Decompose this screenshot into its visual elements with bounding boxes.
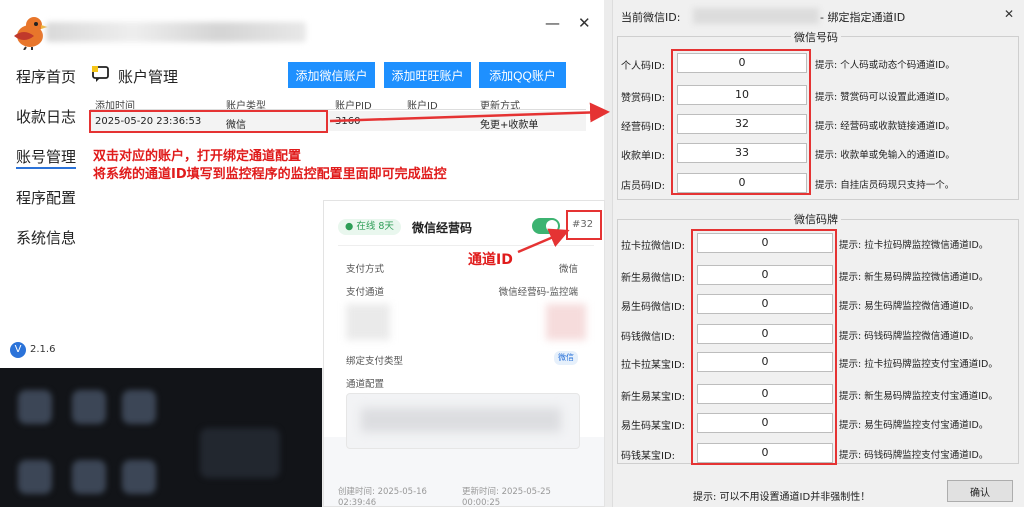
desktop-app-icon[interactable] — [122, 390, 156, 424]
wechat-number-row-label: 店员码ID: — [621, 181, 666, 192]
window-title-blurred — [46, 22, 306, 42]
wechat-plate-row-label: 易生码某宝ID: — [621, 421, 686, 432]
add-wangwang-button[interactable]: 添加旺旺账户 — [384, 62, 471, 88]
pay-method-label: 支付方式 — [346, 264, 385, 275]
nav-home[interactable]: 程序首页 — [16, 66, 76, 87]
blurred-content — [346, 304, 390, 340]
wechat-plate-row-label: 码钱某宝ID: — [621, 451, 676, 462]
wechat-number-row-hint: 提示: 赞赏码可以设置此通道ID。 — [815, 92, 955, 103]
wechat-plate-row-hint: 提示: 易生码牌监控支付宝通道ID。 — [839, 420, 989, 431]
close-button[interactable]: ✕ — [578, 14, 591, 32]
bind-type-label: 绑定支付类型 — [346, 356, 404, 367]
wechat-plate-row-hint: 提示: 拉卡拉码牌监控支付宝通道ID。 — [839, 359, 998, 370]
card-title: 微信经营码 — [412, 221, 473, 235]
wechat-plate-row-label: 拉卡拉微信ID: — [621, 241, 686, 252]
wechat-plate-row-hint: 提示: 码钱码牌监控支付宝通道ID。 — [839, 450, 989, 461]
wechat-number-row-label: 收款单ID: — [621, 151, 666, 162]
desktop-app-icon[interactable] — [18, 390, 52, 424]
nav-system-info[interactable]: 系统信息 — [16, 227, 76, 248]
wechat-plate-row-hint: 提示: 易生码牌监控微信通道ID。 — [839, 301, 979, 312]
row-update: 免更+收款单 — [480, 120, 539, 131]
wechat-plate-row-label: 码钱微信ID: — [621, 332, 676, 343]
blurred-config — [361, 408, 561, 432]
row-pid: 3160 — [335, 116, 361, 127]
wechat-number-row-hint: 提示: 经营码或收款链接通道ID。 — [815, 121, 955, 132]
bind-type-tag: 微信 — [554, 351, 578, 365]
version-icon: V — [10, 342, 26, 358]
nav-payment-log[interactable]: 收款日志 — [16, 106, 76, 127]
annotation-line1: 双击对应的账户，打开绑定通道配置 — [93, 149, 302, 164]
wechat-id-blurred — [693, 8, 819, 24]
wechat-plate-row-label: 新生易某宝ID: — [621, 392, 686, 403]
blurred-content — [546, 304, 586, 340]
add-wechat-button[interactable]: 添加微信账户 — [288, 62, 375, 88]
wechat-plate-row-hint: 提示: 新生易码牌监控微信通道ID。 — [839, 272, 989, 283]
version-label: 2.1.6 — [30, 344, 56, 355]
desktop-app-icon[interactable] — [72, 460, 106, 494]
desktop-app-icon[interactable] — [72, 390, 106, 424]
desktop-app-icon[interactable] — [122, 460, 156, 494]
desktop-app-icon[interactable] — [18, 460, 52, 494]
nav-account-management[interactable]: 账号管理 — [16, 146, 77, 169]
wechat-number-row-hint: 提示: 个人码或动态个码通道ID。 — [815, 60, 955, 71]
wechat-number-row-label: 经营码ID: — [621, 122, 666, 133]
wechat-number-row-hint: 提示: 自挂店员码现只支持一个。 — [815, 180, 955, 191]
nav-program-config[interactable]: 程序配置 — [16, 187, 76, 208]
page-title: 账户管理 — [118, 68, 179, 86]
highlight-id-box — [566, 210, 602, 240]
divider — [338, 245, 594, 246]
bird-logo-icon — [14, 17, 48, 50]
wechat-plate-row-label: 拉卡拉某宝ID: — [621, 360, 686, 371]
status-badge: ● 在线 8天 — [338, 219, 401, 235]
online-toggle[interactable] — [532, 218, 560, 234]
channel-id-annotation: 通道ID — [468, 252, 513, 268]
chat-icon — [92, 66, 109, 82]
updated-time: 更新时间: 2025-05-25 00:00:25 — [462, 487, 551, 507]
channel-card: ● 在线 8天 微信经营码 #32 支付方式 微信 支付通道 微信经营码-监控端… — [323, 200, 605, 507]
wechat-number-row-label: 赞赏码ID: — [621, 93, 666, 104]
bind-channel-dialog: 当前微信ID: - 绑定指定通道ID ✕ 微信号码 个人码ID: 0 提示: 个人码… — [612, 0, 1024, 507]
status-text: 在线 8天 — [356, 221, 394, 232]
wechat-plate-row-label: 易生码微信ID: — [621, 302, 686, 313]
dialog-title-prefix: 当前微信ID: — [621, 11, 681, 24]
created-time: 创建时间: 2025-05-16 02:39:46 — [338, 487, 427, 507]
desktop-app-icon[interactable] — [200, 428, 280, 478]
minimize-button[interactable]: — — [545, 14, 560, 32]
footer-hint: 提示: 可以不用设置通道ID并非强制性！ — [693, 492, 871, 503]
annotation-line2: 将系统的通道ID填写到监控程序的监控配置里面即可完成监控 — [93, 167, 447, 182]
wechat-plate-row-hint: 提示: 拉卡拉码牌监控微信通道ID。 — [839, 240, 989, 251]
group2-title: 微信码牌 — [791, 211, 841, 227]
desktop-background — [0, 368, 322, 507]
confirm-button[interactable]: 确认 — [947, 480, 1013, 502]
toggle-knob — [546, 220, 558, 232]
pay-channel-label: 支付通道 — [346, 287, 385, 298]
dialog-title-suffix: - 绑定指定通道ID — [820, 11, 906, 24]
wechat-number-row-hint: 提示: 收款单或免输入的通道ID。 — [815, 150, 955, 161]
wechat-plate-row-label: 新生易微信ID: — [621, 273, 686, 284]
pay-method-value: 微信 — [558, 264, 578, 275]
wechat-plate-row-hint: 提示: 新生易码牌监控支付宝通道ID。 — [839, 391, 998, 402]
group1-title: 微信号码 — [791, 29, 841, 45]
dialog-close-button[interactable]: ✕ — [1004, 7, 1014, 21]
wechat-number-row-label: 个人码ID: — [621, 61, 666, 72]
wechat-plate-row-hint: 提示: 码钱码牌监控微信通道ID。 — [839, 331, 979, 342]
highlight-row-box — [89, 110, 328, 133]
channel-config-box[interactable] — [346, 393, 580, 449]
wechat-plate-row-highlight-box — [691, 229, 837, 465]
wechat-number-row-highlight-box — [671, 49, 811, 195]
pay-channel-value: 微信经营码-监控端 — [498, 287, 578, 298]
channel-config-label: 通道配置 — [346, 379, 385, 390]
add-qq-button[interactable]: 添加QQ账户 — [479, 62, 566, 88]
